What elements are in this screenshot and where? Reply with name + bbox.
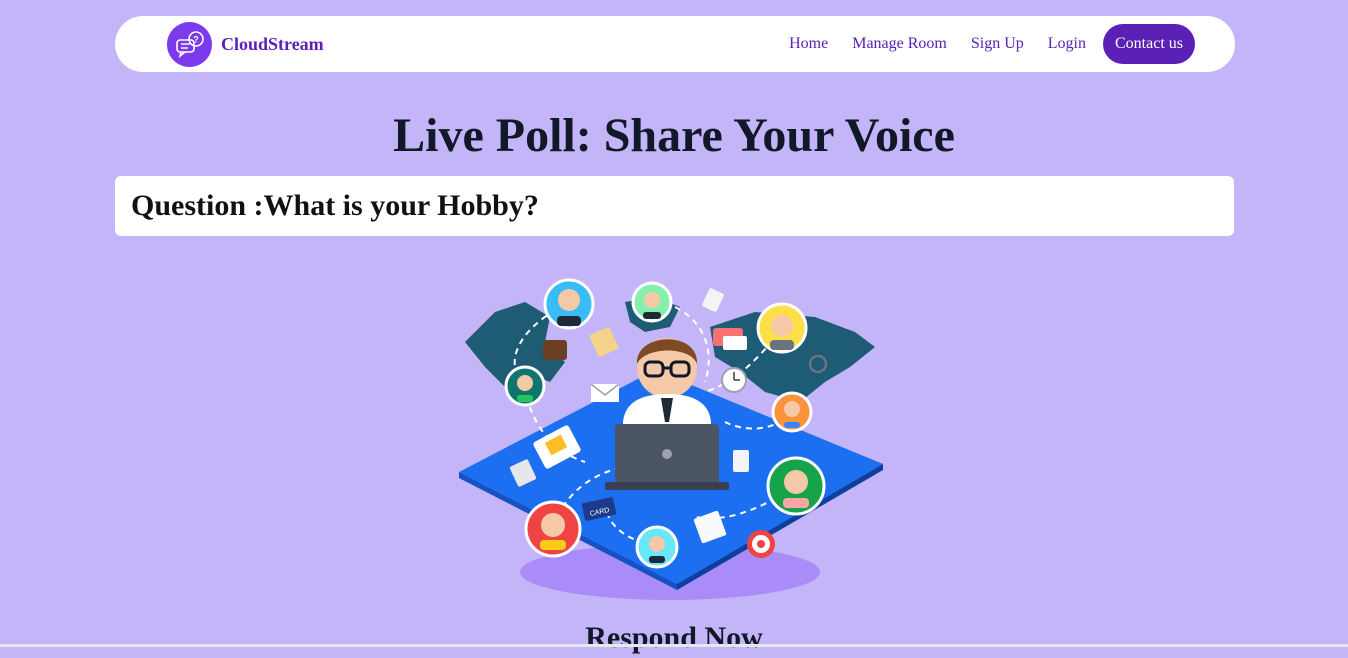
navbar: ? CloudStream Home Manage Room Sign Up L…	[115, 16, 1235, 72]
question-text: Question :What is your Hobby?	[131, 189, 539, 222]
nav-link-sign-up[interactable]: Sign Up	[971, 35, 1024, 53]
live-poll-illustration: CARD	[459, 278, 883, 600]
nav-link-login[interactable]: Login	[1048, 35, 1086, 53]
brand-logo[interactable]: ? CloudStream	[167, 22, 324, 67]
nav-link-manage-room[interactable]: Manage Room	[852, 35, 947, 53]
svg-text:?: ?	[193, 34, 199, 44]
brand-name: CloudStream	[221, 34, 324, 54]
chat-question-icon: ?	[167, 22, 212, 67]
page-title: Live Poll: Share Your Voice	[393, 109, 955, 162]
contact-us-button[interactable]: Contact us	[1103, 24, 1195, 64]
nav-link-home[interactable]: Home	[789, 35, 828, 53]
question-card: Question :What is your Hobby?	[115, 176, 1234, 236]
respond-now-heading: Respond Now	[585, 621, 763, 654]
nav-links: Home Manage Room Sign Up Login Contact u…	[789, 24, 1195, 64]
